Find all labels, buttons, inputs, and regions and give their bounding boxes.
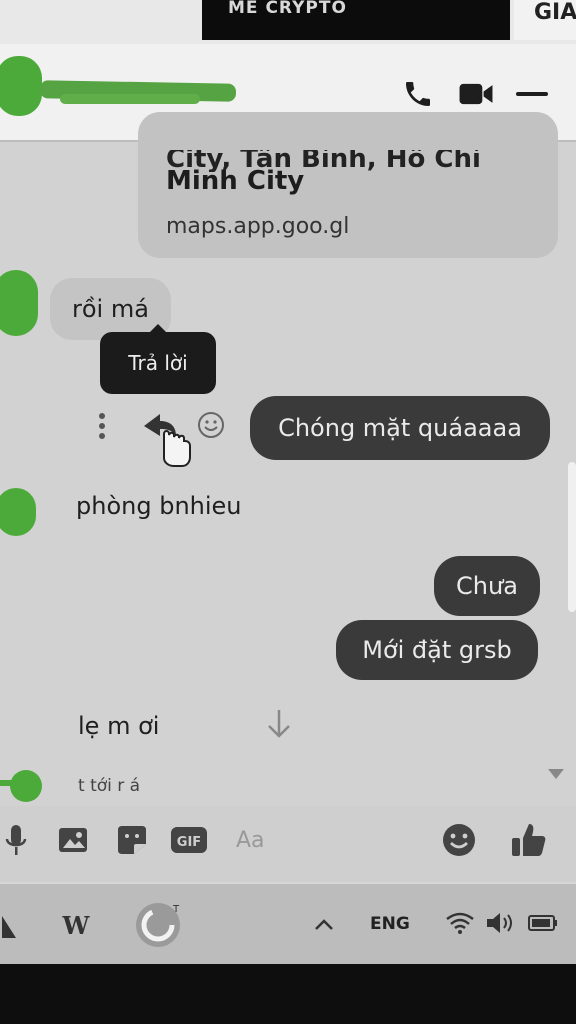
reply-tooltip: Trả lời [100, 324, 216, 394]
more-options-icon[interactable] [94, 412, 110, 440]
phone-icon[interactable] [398, 74, 438, 114]
browser-tab-title: ME CRYPTO [228, 0, 347, 18]
browser-tab-right[interactable]: GIA [514, 0, 576, 40]
message-list-scrollbar[interactable] [568, 462, 576, 612]
emoji-icon[interactable] [440, 820, 478, 860]
message-text: rồi má [72, 295, 149, 323]
message-text: Mới đặt grsb [362, 636, 512, 664]
svg-text:W: W [62, 911, 91, 940]
minimize-icon[interactable] [512, 74, 552, 114]
monitor-bezel [0, 964, 576, 1024]
link-preview-url[interactable]: maps.app.goo.gl [166, 214, 349, 239]
os-taskbar: W T ENG [0, 884, 576, 964]
link-preview-card[interactable]: City, Tân Bình, Hồ Chí Minh City maps.ap… [138, 112, 558, 258]
language-indicator[interactable]: ENG [370, 914, 410, 934]
message-text: Chưa [456, 572, 518, 600]
incoming-message[interactable]: lẹ m ơi [78, 712, 159, 740]
contact-avatar[interactable] [0, 56, 42, 116]
tooltip-text: Trả lời [128, 351, 188, 375]
outgoing-message[interactable]: Chưa [434, 556, 540, 616]
video-call-icon[interactable] [456, 74, 496, 114]
gif-icon[interactable]: GIF [170, 824, 208, 856]
word-app-icon[interactable]: W [58, 908, 94, 942]
avatar-green-mark [0, 780, 14, 786]
react-emoji-icon[interactable] [196, 410, 228, 442]
thumbs-up-icon[interactable] [508, 818, 550, 862]
contact-avatar-small[interactable] [0, 270, 38, 336]
incoming-message[interactable]: phòng bnhieu [76, 492, 242, 520]
screen: ME CRYPTO GIA City, Tân Bình, Hồ Chí Min… [0, 0, 576, 1024]
reply-icon[interactable] [140, 408, 192, 468]
message-input[interactable] [236, 820, 426, 860]
incoming-message-partial[interactable]: t tới r á [78, 776, 140, 792]
sticker-icon[interactable] [114, 822, 150, 858]
outgoing-message[interactable]: Chóng mặt quáaaaa [250, 396, 550, 460]
microphone-icon[interactable] [2, 822, 30, 860]
app-icon[interactable]: T [130, 898, 186, 952]
show-hidden-icons-icon[interactable] [312, 914, 336, 934]
outgoing-message[interactable]: Mới đặt grsb [336, 620, 538, 680]
contact-avatar-small[interactable] [0, 488, 36, 536]
browser-tab-right-title: GIA [534, 0, 576, 25]
scroll-down-caret-icon[interactable] [546, 766, 566, 785]
message-composer: GIF [0, 806, 576, 882]
image-icon[interactable] [56, 822, 92, 858]
browser-tab[interactable]: ME CRYPTO [202, 0, 510, 40]
contact-name-redacted-stroke [60, 94, 200, 104]
message-list[interactable]: City, Tân Bình, Hồ Chí Minh City maps.ap… [0, 112, 576, 806]
link-preview-address-line2: Minh City [166, 166, 305, 196]
volume-icon[interactable] [484, 908, 518, 938]
battery-icon[interactable] [526, 910, 560, 936]
svg-text:GIF: GIF [177, 835, 201, 850]
svg-text:T: T [172, 904, 180, 915]
wifi-icon[interactable] [444, 908, 476, 938]
message-text: Chóng mặt quáaaaa [278, 414, 522, 442]
scroll-to-bottom-icon[interactable] [266, 708, 292, 740]
start-icon[interactable] [0, 910, 20, 940]
browser-tab-strip: ME CRYPTO GIA [0, 0, 576, 44]
contact-avatar-small[interactable] [10, 770, 42, 802]
